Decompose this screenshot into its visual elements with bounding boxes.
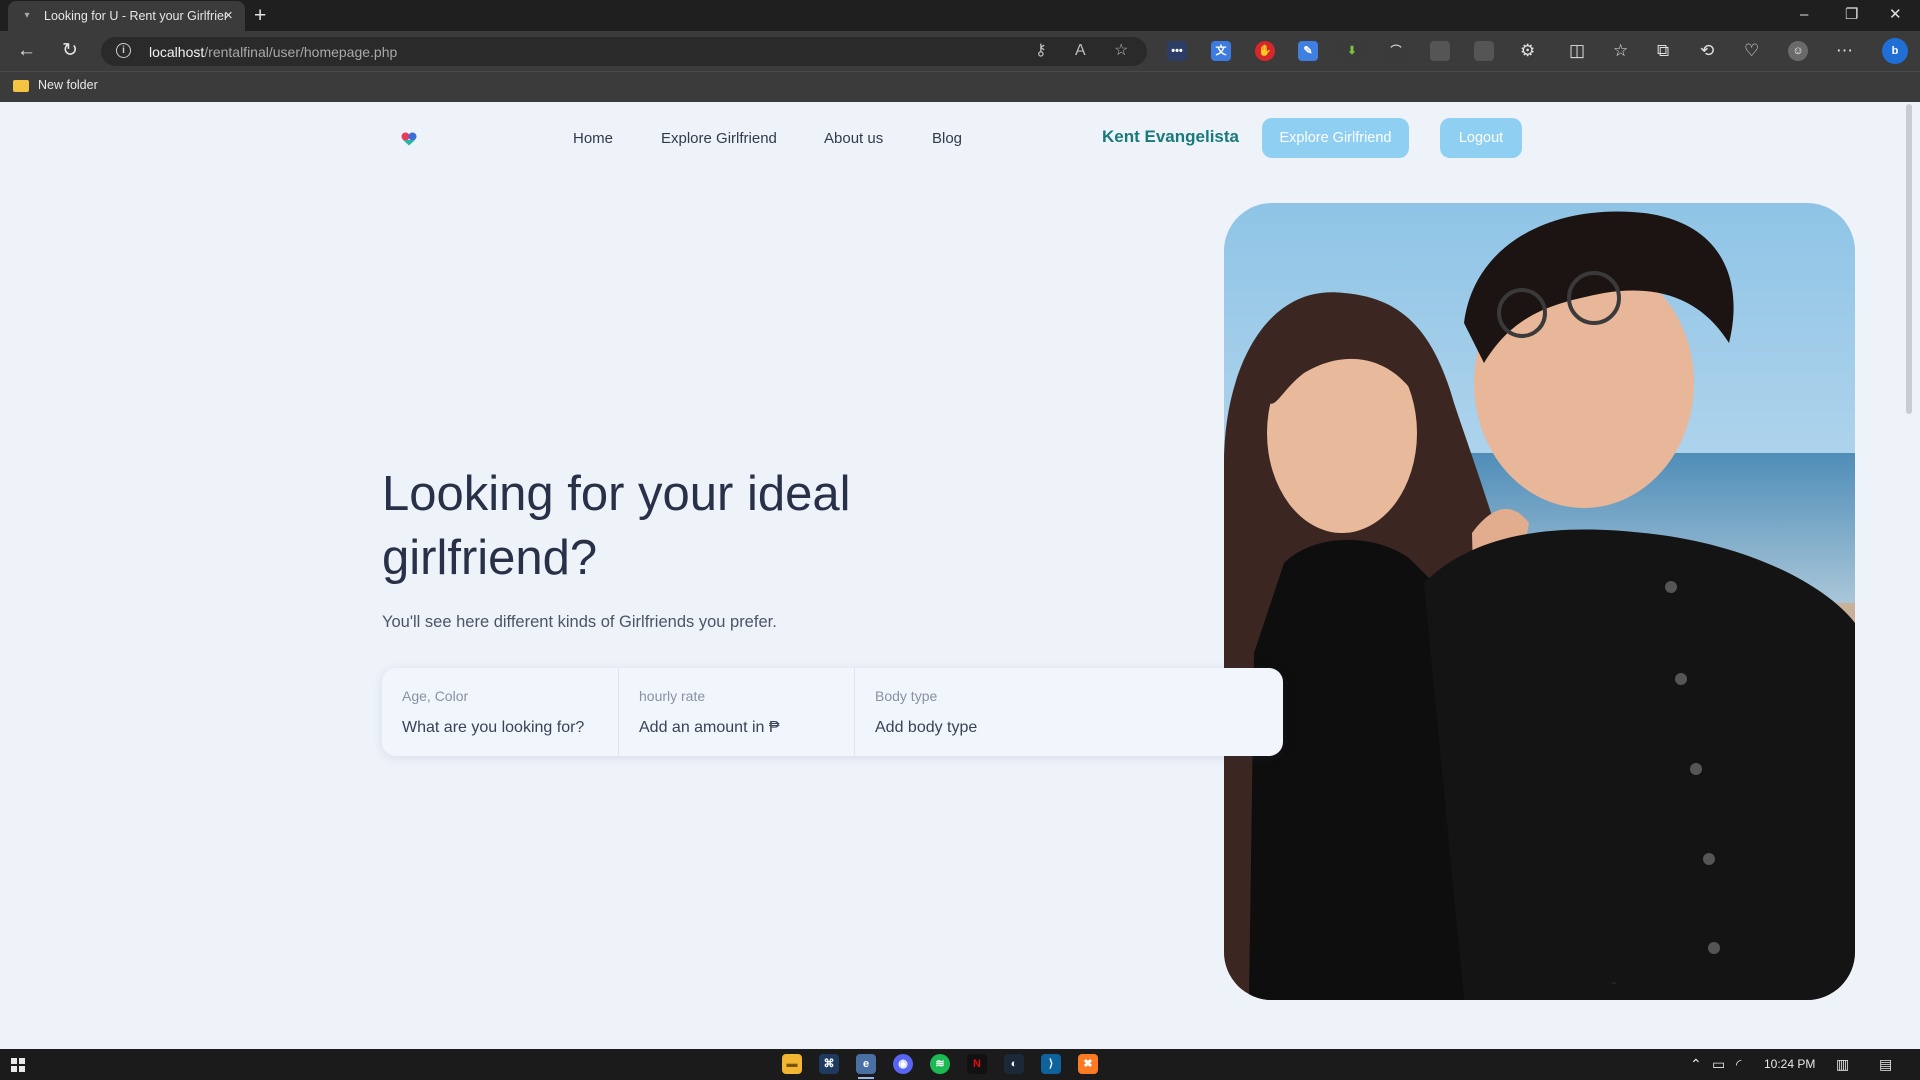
profile-avatar-icon[interactable]: ☺ — [1788, 41, 1808, 61]
performance-icon[interactable]: ♡ — [1744, 40, 1759, 62]
copilot-icon[interactable]: b — [1882, 38, 1908, 64]
extension-rainbow-icon[interactable]: ⌒ — [1386, 41, 1406, 61]
search-segment-age-color[interactable]: Age, Color What are you looking for? — [382, 668, 618, 756]
nav-blog[interactable]: Blog — [932, 130, 962, 147]
segment-label: Age, Color — [402, 688, 469, 704]
username[interactable]: Kent Evangelista — [1102, 127, 1239, 147]
extension-password-icon[interactable]: ••• — [1167, 41, 1187, 61]
web-page: Home Explore Girlfriend About us Blog Ke… — [0, 102, 1920, 1049]
tab-title: Looking for U - Rent your Girlfriend — [44, 9, 226, 23]
tray-chevron-up-icon[interactable]: ⌃ — [1690, 1055, 1702, 1073]
wifi-icon[interactable]: ◜ — [1736, 1055, 1741, 1073]
taskbar-clock[interactable]: 10:24 PM — [1764, 1057, 1815, 1071]
more-options-icon[interactable]: ⋯ — [1836, 40, 1853, 62]
new-tab-button[interactable]: + — [254, 4, 266, 28]
bookmark-new-folder[interactable]: New folder — [38, 78, 98, 92]
history-icon[interactable]: ⟲ — [1700, 40, 1714, 62]
url-text: localhost/rentalfinal/user/homepage.php — [149, 44, 397, 60]
hero-photo — [1224, 203, 1855, 1000]
restore-icon[interactable]: ❐ — [1845, 4, 1858, 26]
extension-adblock-icon[interactable]: ✋ — [1255, 41, 1275, 61]
close-tab-icon[interactable]: × — [224, 7, 233, 25]
address-bar[interactable]: i localhost/rentalfinal/user/homepage.ph… — [101, 37, 1147, 66]
site-info-icon[interactable]: i — [116, 43, 131, 58]
collections-icon[interactable]: ⧉ — [1657, 40, 1669, 62]
folder-icon — [13, 80, 29, 92]
logout-button[interactable]: Logout — [1440, 118, 1522, 158]
url-path: /rentalfinal/user/homepage.php — [204, 44, 398, 60]
extension-download-icon[interactable]: ⬇ — [1342, 41, 1362, 61]
browser-tab-active[interactable]: ▾ Looking for U - Rent your Girlfriend × — [8, 1, 245, 31]
notification-icon[interactable]: ▤ — [1879, 1055, 1892, 1073]
url-host: localhost — [149, 44, 205, 60]
close-window-icon[interactable]: ✕ — [1889, 4, 1902, 26]
windows-start-icon[interactable] — [11, 1058, 25, 1072]
site-logo-icon[interactable] — [401, 132, 417, 146]
steam-icon[interactable]: ◐ — [1004, 1054, 1024, 1074]
extension-pen-icon[interactable]: ✎ — [1298, 41, 1318, 61]
nav-about-us[interactable]: About us — [824, 130, 883, 147]
xampp-icon[interactable]: ✖ — [1078, 1054, 1098, 1074]
vscode-icon[interactable]: ⟩ — [1041, 1054, 1061, 1074]
search-input-age-color[interactable]: What are you looking for? — [402, 719, 584, 737]
nav-home[interactable]: Home — [573, 130, 613, 147]
split-screen-icon[interactable]: ◫ — [1569, 40, 1585, 62]
windows-taskbar: ▬ ⌘ e ◉ ≋ N ◐ ⟩ ✖ ⌃ ▭ ◜ 10:24 PM ▥ ▤ — [0, 1049, 1920, 1080]
nav-explore-girlfriend[interactable]: Explore Girlfriend — [661, 130, 777, 147]
segment-label: Body type — [875, 688, 938, 704]
browser-tab-strip: ▾ Looking for U - Rent your Girlfriend ×… — [0, 0, 1920, 31]
bookmarks-bar: New folder — [0, 71, 1920, 102]
minimize-icon[interactable]: – — [1800, 4, 1808, 26]
tab-favicon-icon: ▾ — [24, 10, 30, 21]
terminal-app-icon[interactable]: ⌘ — [819, 1054, 839, 1074]
couple-photo-image — [1224, 203, 1855, 1000]
segment-label: hourly rate — [639, 688, 706, 704]
search-input-body-type[interactable]: Add body type — [875, 719, 977, 737]
extension-grey-icon[interactable] — [1430, 41, 1450, 61]
hero-title: Looking for your ideal girlfriend? — [382, 467, 851, 585]
favorite-star-icon[interactable]: ☆ — [1114, 41, 1128, 61]
hero-subtitle: You'll see here different kinds of Girlf… — [382, 613, 777, 631]
search-segment-hourly-rate[interactable]: hourly rate Add an amount in ₱ — [618, 668, 855, 756]
browser-toolbar: ← ↻ i localhost/rentalfinal/user/homepag… — [0, 31, 1920, 71]
spotify-icon[interactable]: ≋ — [930, 1054, 950, 1074]
page-scrollbar[interactable] — [1906, 104, 1912, 414]
explore-girlfriend-button[interactable]: Explore Girlfriend — [1262, 118, 1409, 158]
favorites-icon[interactable]: ☆ — [1613, 40, 1628, 62]
file-explorer-icon[interactable]: ▬ — [782, 1054, 802, 1074]
read-aloud-icon[interactable]: A — [1075, 41, 1086, 61]
key-icon[interactable]: ⚷ — [1035, 41, 1047, 61]
search-segment-body-type[interactable]: Body type Add body type — [854, 668, 1283, 756]
extensions-icon[interactable]: ⚙ — [1520, 40, 1535, 62]
widgets-icon[interactable]: ▥ — [1836, 1055, 1849, 1073]
search-bar: Age, Color What are you looking for? hou… — [382, 668, 1283, 756]
discord-icon[interactable]: ◉ — [893, 1054, 913, 1074]
extension-translate-icon[interactable]: 文 — [1211, 41, 1231, 61]
browser-app-icon[interactable]: e — [856, 1054, 876, 1079]
battery-icon[interactable]: ▭ — [1712, 1055, 1725, 1073]
extension-grey-2-icon[interactable] — [1474, 41, 1494, 61]
search-input-hourly-rate[interactable]: Add an amount in ₱ — [639, 719, 780, 737]
back-icon[interactable]: ← — [17, 39, 36, 63]
netflix-icon[interactable]: N — [967, 1054, 987, 1074]
reload-icon[interactable]: ↻ — [62, 39, 78, 63]
